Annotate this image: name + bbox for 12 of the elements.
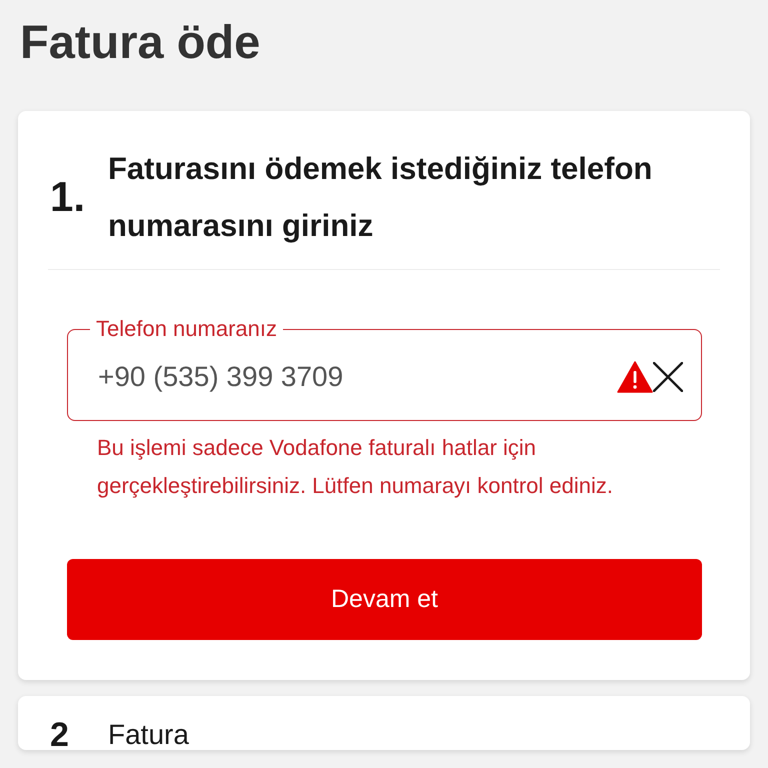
warning-icon xyxy=(617,361,653,393)
step-number: 2 xyxy=(50,720,70,750)
step-title: Faturasını ödemek istediğiniz telefon numarasını giriniz xyxy=(108,150,654,245)
field-label: Telefon numaranız xyxy=(95,318,278,340)
phone-number-input[interactable]: +90 (535) 399 3709 xyxy=(90,340,617,414)
clear-icon[interactable] xyxy=(653,362,683,392)
page-title: Fatura öde xyxy=(20,16,262,68)
phone-input-field[interactable]: Telefon numaranız +90 (535) 399 3709 xyxy=(67,318,702,421)
continue-button[interactable]: Devam et xyxy=(67,559,702,640)
error-message: Bu işlemi sadece Vodafone faturalı hatlar için gerçekleştirebilirsiniz. Lütfen numarayı kontrol ediniz. xyxy=(97,434,614,500)
step-title: Fatura xyxy=(108,720,189,750)
step-number: 1. xyxy=(50,173,86,221)
